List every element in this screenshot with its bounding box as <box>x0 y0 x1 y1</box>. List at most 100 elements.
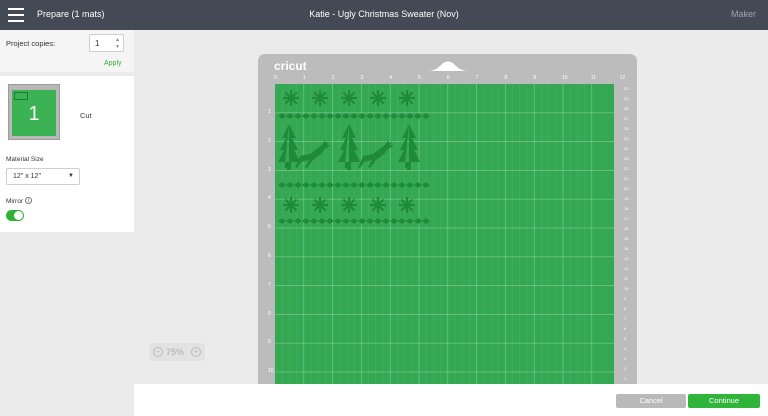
right-ruler-number: 11 <box>624 276 629 281</box>
column-number: 10 <box>562 75 568 81</box>
decrement-icon[interactable]: ▼ <box>115 44 120 50</box>
cancel-button[interactable]: Cancel <box>616 394 686 408</box>
cut-label: Cut <box>80 111 92 120</box>
zoom-in-icon[interactable]: + <box>191 347 201 357</box>
column-number: 7 <box>475 75 479 81</box>
row-number: 2 <box>268 137 271 144</box>
snowflake-bottom-3 <box>341 197 357 213</box>
mirror-toggle[interactable] <box>6 210 24 221</box>
row-number: 9 <box>268 339 271 346</box>
snowflake-bottom-1 <box>283 197 299 213</box>
right-ruler-number: 3 <box>624 356 627 361</box>
column-number: 2 <box>331 75 335 81</box>
column-number: 5 <box>418 75 421 81</box>
column-number: 1 <box>302 75 306 81</box>
right-ruler-number: 28 <box>624 106 629 111</box>
column-number: 6 <box>446 75 450 81</box>
row-number: 8 <box>268 310 271 317</box>
right-ruler-number: 16 <box>624 226 629 231</box>
reindeer-right <box>358 140 394 168</box>
right-ruler-number: 23 <box>624 156 629 161</box>
zigzag-row-bottom <box>278 182 430 188</box>
row-number: 3 <box>268 166 271 173</box>
right-ruler: 30 29 28 27 26 25 24 23 22 21 20 19 18 17 16 15 14 13 12 11… <box>624 54 636 384</box>
right-ruler-number: 7 <box>624 316 627 321</box>
project-title: Katie - Ugly Christmas Sweater (Nov) <box>309 9 459 19</box>
right-ruler-number: 22 <box>624 166 629 171</box>
right-ruler-number: 13 <box>624 256 629 261</box>
snowflake-top-1 <box>283 90 299 106</box>
right-ruler-number: 8 <box>624 306 627 311</box>
zoom-level: 75% <box>166 347 185 357</box>
column-number: 3 <box>360 75 364 81</box>
mat-thumbnail[interactable]: 1 <box>8 84 60 140</box>
mirror-label: Mirror <box>6 198 23 205</box>
toggle-knob <box>14 211 23 220</box>
mat-canvas <box>275 84 614 384</box>
project-copies-input[interactable]: 1 ▲ ▼ <box>89 34 124 52</box>
right-ruler-number: 4 <box>624 346 627 351</box>
row-number: 5 <box>268 224 271 231</box>
right-ruler-number: 2 <box>624 366 627 371</box>
column-number: 8 <box>504 75 508 81</box>
increment-icon[interactable]: ▲ <box>115 37 120 43</box>
right-ruler-number: 26 <box>624 126 629 131</box>
right-ruler-number: 19 <box>624 196 629 201</box>
bottom-bar: Cancel Continue <box>134 384 768 416</box>
mat-thumbnail-surface: 1 <box>12 90 56 136</box>
reindeer-left <box>295 140 331 168</box>
project-copies-label: Project copies: <box>6 39 56 48</box>
right-ruler-number: 10 <box>624 286 629 291</box>
column-number: 0 <box>274 75 277 81</box>
column-ruler: 0 1 2 3 4 5 6 7 8 9 10 11 12 <box>258 75 637 83</box>
snowflake-top-3 <box>341 90 357 106</box>
zigzag-row-base <box>278 218 430 224</box>
snowflake-bottom-2 <box>312 197 328 213</box>
right-ruler-number: 5 <box>624 336 627 341</box>
zoom-control: − 75% + <box>149 343 205 361</box>
project-copies-value: 1 <box>95 39 100 48</box>
row-number: 4 <box>268 195 271 202</box>
right-ruler-number: 24 <box>624 146 629 151</box>
top-bar: Prepare (1 mats) Katie - Ugly Christmas … <box>0 0 768 30</box>
snowflake-top-2 <box>312 90 328 106</box>
zigzag-row-top <box>278 113 430 119</box>
right-ruler-number: 12 <box>624 266 629 271</box>
material-size-value: 12" x 12" <box>13 173 41 180</box>
right-ruler-number: 15 <box>624 236 629 241</box>
right-ruler-number: 25 <box>624 136 629 141</box>
mat-thumbnail-design <box>14 92 28 100</box>
continue-button[interactable]: Continue <box>688 394 760 408</box>
row-number: 10 <box>268 368 274 375</box>
tree-left <box>278 124 300 170</box>
zoom-out-icon[interactable]: − <box>153 347 163 357</box>
right-ruler-number: 6 <box>624 326 627 331</box>
right-ruler-number: 20 <box>624 186 629 191</box>
right-ruler-number: 1 <box>624 376 627 381</box>
right-ruler-number: 14 <box>624 246 629 251</box>
snowflake-top-4 <box>370 90 386 106</box>
row-number: 1 <box>268 109 271 115</box>
right-ruler-number: 21 <box>624 176 629 181</box>
tree-right <box>398 124 420 170</box>
tree-middle <box>338 124 360 170</box>
right-ruler-number: 30 <box>624 86 629 91</box>
right-ruler-number: 29 <box>624 96 629 101</box>
cutting-mat: cricut 0 1 2 3 4 5 6 7 8 9 10 11 12 1 2 3 4 5 6 7 8 9 10 30 29… <box>258 54 637 384</box>
material-size-select[interactable]: 12" x 12" ▼ <box>6 168 80 185</box>
right-ruler-number: 9 <box>624 296 627 301</box>
apply-button[interactable]: Apply <box>104 60 122 67</box>
info-icon[interactable]: i <box>24 197 32 204</box>
sweater-design-group[interactable] <box>275 84 614 384</box>
machine-name[interactable]: Maker <box>731 9 756 19</box>
row-number: 6 <box>268 253 271 259</box>
mat-hanger-icon <box>428 61 468 71</box>
column-number: 4 <box>389 75 392 81</box>
chevron-down-icon: ▼ <box>68 173 74 179</box>
snowflake-bottom-5 <box>399 197 415 213</box>
right-ruler-number: 18 <box>624 206 629 211</box>
mirror-label-row: Mirror i <box>6 197 32 205</box>
material-size-label: Material Size <box>6 156 44 163</box>
right-ruler-number: 17 <box>624 216 629 221</box>
mat-number: 1 <box>28 103 40 125</box>
